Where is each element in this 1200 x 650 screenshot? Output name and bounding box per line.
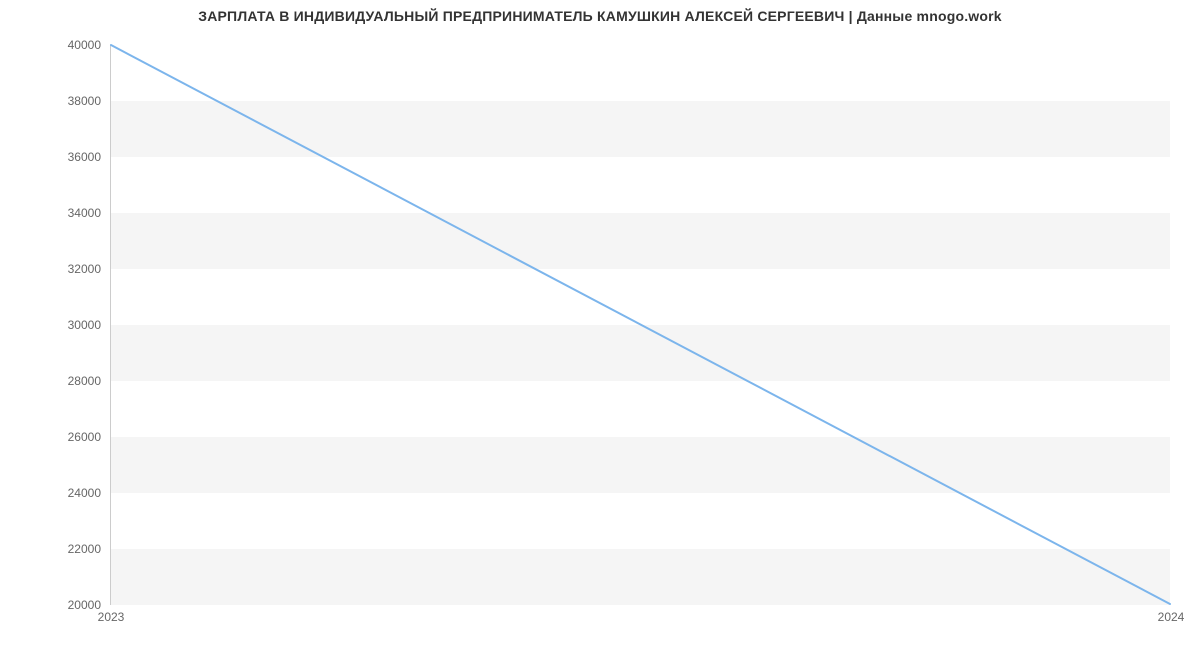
y-tick-label: 34000 — [68, 206, 111, 220]
chart-title: ЗАРПЛАТА В ИНДИВИДУАЛЬНЫЙ ПРЕДПРИНИМАТЕЛ… — [0, 8, 1200, 24]
plot-area: 2000022000240002600028000300003200034000… — [110, 45, 1170, 605]
y-tick-label: 26000 — [68, 430, 111, 444]
y-tick-label: 24000 — [68, 486, 111, 500]
y-tick-label: 30000 — [68, 318, 111, 332]
y-tick-label: 22000 — [68, 542, 111, 556]
y-tick-label: 36000 — [68, 150, 111, 164]
y-tick-label: 28000 — [68, 374, 111, 388]
line-svg — [111, 45, 1170, 604]
x-tick-label: 2024 — [1158, 604, 1185, 624]
y-tick-label: 40000 — [68, 38, 111, 52]
y-tick-label: 32000 — [68, 262, 111, 276]
x-tick-label: 2023 — [98, 604, 125, 624]
y-tick-label: 38000 — [68, 94, 111, 108]
salary-chart: ЗАРПЛАТА В ИНДИВИДУАЛЬНЫЙ ПРЕДПРИНИМАТЕЛ… — [0, 0, 1200, 650]
series-line — [111, 45, 1170, 604]
